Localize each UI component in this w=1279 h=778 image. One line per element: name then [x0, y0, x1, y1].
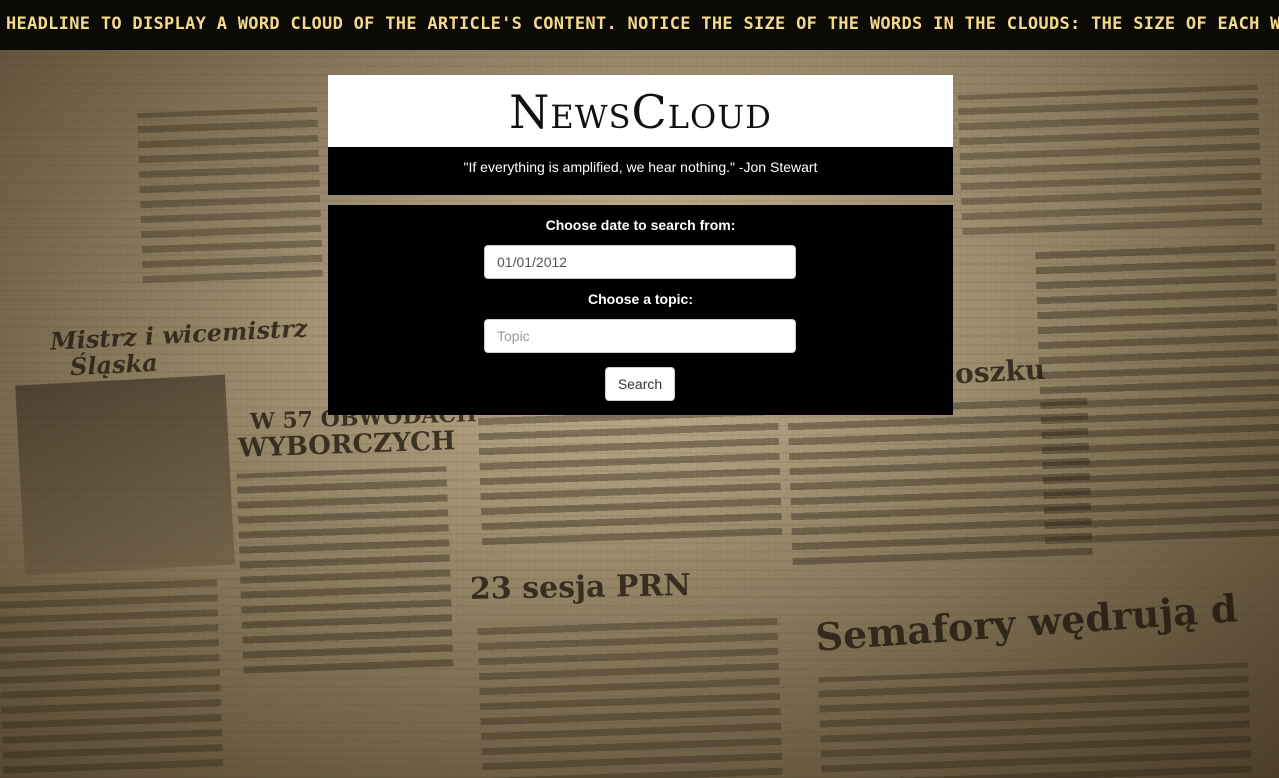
topic-label: Choose a topic: — [587, 291, 693, 307]
bg-text-column — [137, 106, 323, 284]
search-button[interactable]: Search — [605, 367, 675, 401]
site-title: NewsCloud — [509, 85, 772, 139]
quote-bar: "If everything is amplified, we hear not… — [328, 147, 953, 195]
brand-header: NewsCloud — [328, 75, 953, 147]
date-label: Choose date to search from: — [545, 217, 736, 233]
ticker-text: HEADLINE TO DISPLAY A WORD CLOUD OF THE … — [6, 14, 1279, 34]
topic-input[interactable] — [484, 319, 796, 353]
bg-headline-oszku: oszku — [954, 352, 1046, 391]
bg-text-column — [477, 404, 783, 546]
newspaper-photo — [15, 374, 235, 576]
bg-headline-sesja: 23 sesja PRN — [469, 568, 692, 607]
bg-headline-slaska: Śląska — [69, 347, 159, 382]
bg-text-column — [1034, 235, 1279, 545]
quote-text: "If everything is amplified, we hear not… — [463, 159, 818, 175]
bg-text-column — [818, 662, 1252, 778]
bg-text-column — [236, 466, 454, 674]
search-form: Choose date to search from: Choose a top… — [328, 205, 953, 415]
bg-headline-mistrz: Mistrz i wicemistrz — [49, 313, 309, 356]
bg-headline-semafory: Semafory wędrują d — [813, 585, 1239, 660]
date-input[interactable] — [484, 245, 796, 279]
headline-ticker: HEADLINE TO DISPLAY A WORD CLOUD OF THE … — [0, 0, 1279, 50]
bg-text-column — [0, 576, 224, 774]
bg-text-column — [957, 84, 1263, 236]
bg-headline-wyborczych: WYBORCZYCH — [237, 426, 456, 464]
bg-text-column — [477, 614, 783, 778]
